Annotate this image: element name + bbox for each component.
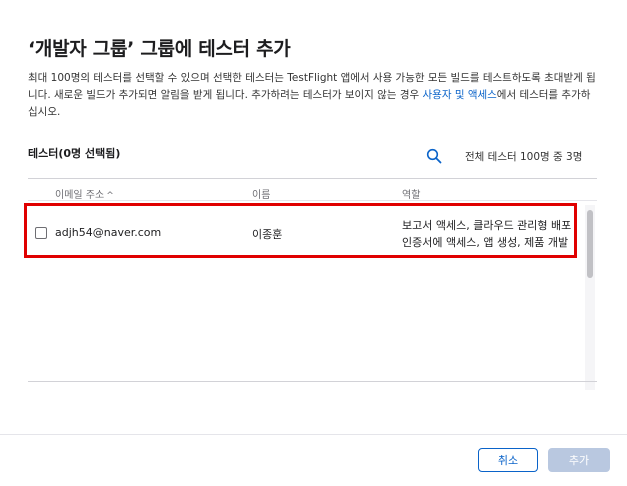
header-divider [28,200,597,201]
add-button[interactable]: 추가 [548,448,610,472]
row-name: 이종훈 [252,228,283,241]
cancel-button[interactable]: 취소 [478,448,538,472]
row-checkbox[interactable] [35,227,47,239]
dialog-title: ‘개발자 그룹’ 그룹에 테스터 추가 [28,38,291,60]
row-role-line2: 인증서에 액세스, 앱 생성, 제품 개발 [402,236,569,249]
row-email: adjh54@naver.com [55,226,162,239]
total-count-label: 전체 테스터 100명 중 3명 [465,151,583,163]
table-top-divider [28,178,597,179]
footer-divider [0,434,627,435]
table-row[interactable]: adjh54@naver.com 이종훈 보고서 액세스, 클라우드 관리형 배… [28,204,580,260]
search-icon[interactable] [426,148,442,164]
scrollbar-thumb[interactable] [587,210,593,278]
row-role-line1: 보고서 액세스, 클라우드 관리형 배포 [402,219,572,232]
table-bottom-divider [28,381,597,382]
column-header-role[interactable]: 역할 [402,186,420,201]
column-header-email[interactable]: 이메일 주소 ^ [55,186,114,201]
users-access-link[interactable]: 사용자 및 액세스 [423,89,497,101]
column-header-name[interactable]: 이름 [252,186,270,201]
selected-count-label: 테스터(0명 선택됨) [28,147,121,160]
dialog-description: 최대 100명의 테스터를 선택할 수 있으며 선택한 테스터는 TestFli… [28,70,598,121]
